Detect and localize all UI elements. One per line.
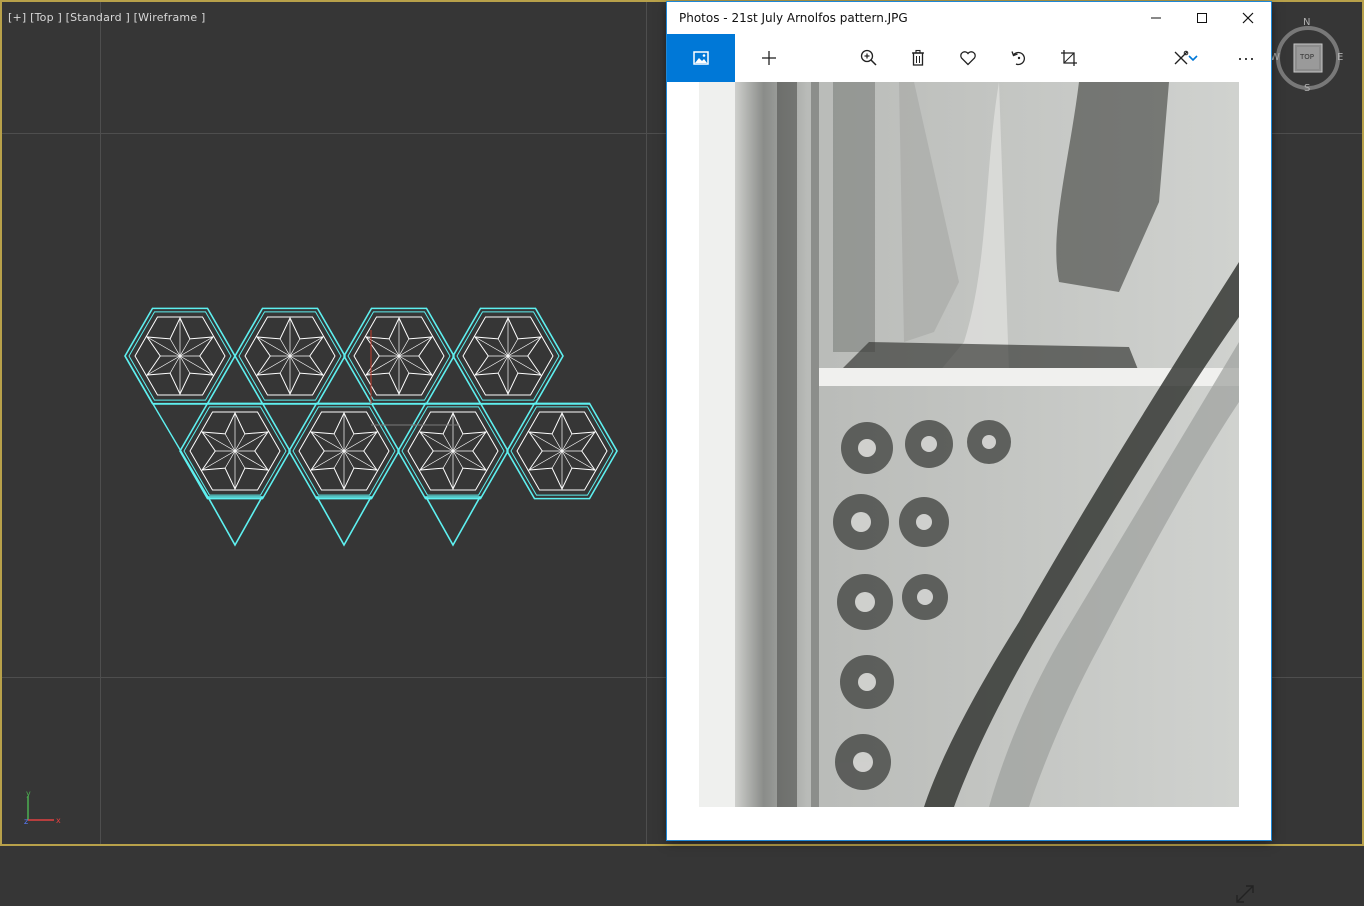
y-axis-label: y xyxy=(26,789,31,798)
trash-icon xyxy=(912,49,924,66)
minimize-button[interactable] xyxy=(1133,2,1179,34)
viewcube-top-face[interactable]: TOP xyxy=(1300,53,1314,61)
star-ray xyxy=(201,450,236,471)
rotate-icon xyxy=(1011,51,1026,66)
star-ray xyxy=(474,355,509,376)
close-icon xyxy=(1242,12,1254,24)
zoom-button[interactable] xyxy=(849,34,889,82)
star-ray xyxy=(179,336,214,357)
star-ray xyxy=(310,431,345,452)
star-ray xyxy=(452,450,487,471)
z-axis-label: z xyxy=(24,817,28,826)
star-ray xyxy=(289,336,324,357)
delete-button[interactable] xyxy=(898,34,938,82)
add-button[interactable] xyxy=(749,34,789,82)
close-button[interactable] xyxy=(1225,2,1271,34)
favorite-button[interactable] xyxy=(948,34,988,82)
star-ray xyxy=(398,336,433,357)
maximize-button[interactable] xyxy=(1179,2,1225,34)
star-ray xyxy=(528,431,563,452)
star-ray xyxy=(201,431,236,452)
viewcube[interactable]: N S E W TOP xyxy=(1270,17,1344,96)
star-ray xyxy=(256,336,291,357)
axis-tripod: y x z xyxy=(24,789,61,826)
star-ray xyxy=(343,450,378,471)
star-ray xyxy=(256,355,291,376)
rotate-button[interactable] xyxy=(999,34,1039,82)
add-icon xyxy=(762,51,776,65)
title-bar[interactable]: Photos - 21st July Arnolfos pattern.JPG xyxy=(667,2,1271,34)
view-button[interactable] xyxy=(667,34,735,82)
star-ray xyxy=(146,355,181,376)
heart-icon xyxy=(960,51,976,66)
maximize-icon xyxy=(1197,13,1207,23)
picture-icon xyxy=(693,51,709,65)
window-title: Photos - 21st July Arnolfos pattern.JPG xyxy=(679,11,908,25)
crop-button[interactable] xyxy=(1049,34,1089,82)
star-ray xyxy=(234,431,269,452)
edit-dropdown[interactable] xyxy=(1183,34,1203,82)
viewcube-north[interactable]: N xyxy=(1303,17,1310,28)
star-ray xyxy=(179,355,214,376)
photo-image xyxy=(699,82,1239,807)
star-ray xyxy=(561,431,596,452)
star-ray xyxy=(310,450,345,471)
star-ray xyxy=(452,431,487,452)
star-ray xyxy=(234,450,269,471)
chevron-down-icon xyxy=(1188,55,1198,62)
star-ray xyxy=(398,355,433,376)
minimize-icon xyxy=(1151,17,1161,19)
zoom-in-icon xyxy=(860,49,877,66)
photo-canvas[interactable] xyxy=(667,82,1271,903)
photos-toolbar: ··· xyxy=(667,34,1271,82)
star-ray xyxy=(528,450,563,471)
x-axis-label: x xyxy=(56,816,61,825)
star-ray xyxy=(289,355,324,376)
more-button[interactable]: ··· xyxy=(1226,34,1266,82)
star-ray xyxy=(343,431,378,452)
star-ray xyxy=(419,450,454,471)
viewcube-east[interactable]: E xyxy=(1337,52,1343,63)
star-ray xyxy=(507,355,542,376)
viewcube-south[interactable]: S xyxy=(1304,83,1310,94)
star-ray xyxy=(474,336,509,357)
triangle-point xyxy=(424,496,482,547)
star-ray xyxy=(419,431,454,452)
viewcube-west[interactable]: W xyxy=(1270,52,1280,63)
full-screen-icon[interactable] xyxy=(1233,882,1257,906)
left-edge xyxy=(124,355,209,498)
more-icon: ··· xyxy=(1237,47,1255,68)
star-ray xyxy=(146,336,181,357)
photo-pattern-drawing xyxy=(699,82,1239,807)
star-ray xyxy=(507,336,542,357)
triangle-point xyxy=(315,496,373,547)
crop-icon xyxy=(1061,50,1077,66)
star-ray xyxy=(561,450,596,471)
photos-window[interactable]: Photos - 21st July Arnolfos pattern.JPG xyxy=(667,2,1271,903)
triangle-point xyxy=(206,496,264,547)
